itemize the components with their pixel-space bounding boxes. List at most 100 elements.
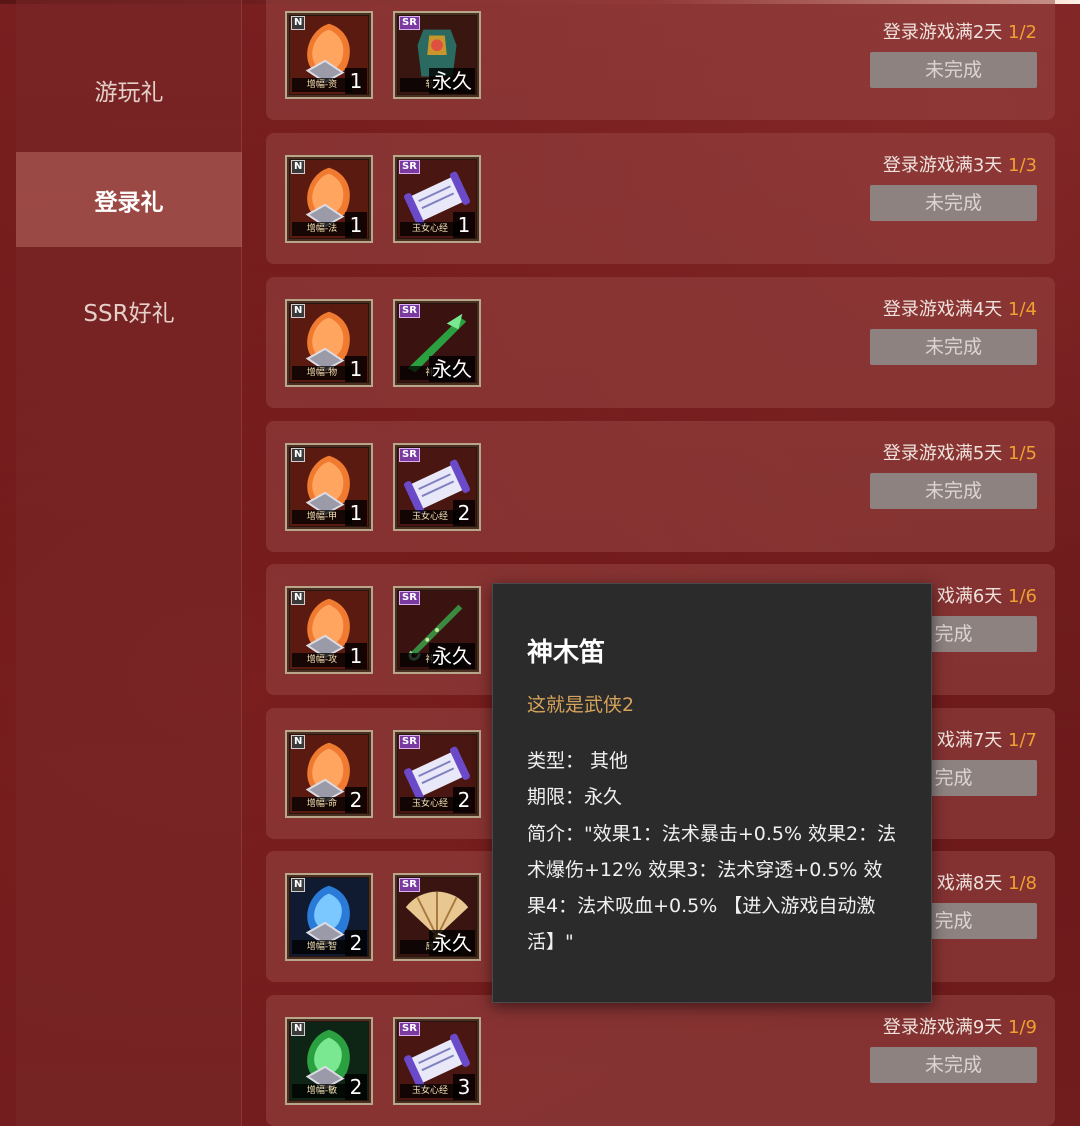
claim-button[interactable]: 未完成 [870, 329, 1037, 365]
condition-text: 戏满7天 [936, 730, 1009, 751]
reward-row: N 增幅-甲 1 SR 玉女心经 2 登录游戏满5天 1/5 未完成 [266, 421, 1055, 552]
item-name: 增幅-资 [292, 78, 352, 92]
rarity-badge: N [291, 304, 306, 318]
login-condition: 登录游戏满4天 1/4 [883, 295, 1037, 321]
progress-count: 1/2 [1008, 22, 1037, 43]
tooltip-period: 期限：永久 [527, 786, 623, 808]
rarity-badge: SR [399, 735, 420, 749]
tooltip-description: 简介："效果1：法术暴击+0.5% 效果2：法术爆伤+12% 效果3：法术穿透+… [527, 823, 897, 953]
item-name: 玉女心经 [400, 510, 460, 524]
rarity-badge: SR [399, 16, 420, 30]
reward-item[interactable]: N 增幅-命 2 [285, 730, 373, 818]
item-count: 2 [345, 787, 367, 813]
item-name: 增幅-命 [292, 797, 352, 811]
item-count: 1 [453, 212, 475, 238]
condition-text: 登录游戏满2天 [882, 22, 1009, 43]
progress-count: 1/9 [1008, 1017, 1037, 1038]
sidebar-item-label: 游玩礼 [94, 79, 164, 106]
rarity-badge: SR [399, 160, 420, 174]
reward-item[interactable]: N 增幅-资 1 [285, 11, 373, 99]
sidebar-item-label: 登录礼 [94, 189, 164, 216]
item-count: 2 [345, 930, 367, 956]
sidebar-item-play-gift[interactable]: 游玩礼 [16, 42, 242, 137]
login-condition: 登录游戏满2天 1/2 [883, 18, 1037, 44]
progress-count: 1/5 [1008, 443, 1037, 464]
reward-item[interactable]: SR扇永久 [393, 873, 481, 961]
item-name: 增幅-物 [292, 366, 352, 380]
item-count: 永久 [429, 356, 475, 382]
login-condition: 登录游戏满9天 1/9 [883, 1013, 1037, 1039]
rarity-badge: SR [399, 1022, 420, 1036]
rarity-badge: N [291, 160, 306, 174]
item-count: 永久 [429, 930, 475, 956]
login-condition: 戏满7天 1/7 [937, 726, 1037, 752]
reward-row: N 增幅-物1 SR神永久 登录游戏满4天 1/4 未完成 [266, 277, 1055, 408]
sidebar-item-login-gift[interactable]: 登录礼 [16, 152, 242, 247]
reward-item[interactable]: SR 玉女心经 2 [393, 730, 481, 818]
login-condition: 戏满6天 1/6 [937, 582, 1037, 608]
condition-text: 登录游戏满3天 [882, 155, 1009, 176]
reward-item[interactable]: N 增幅-智 2 [285, 873, 373, 961]
reward-row: N 增幅-法 1 SR 玉女心经 1 登录游戏满3天 1/3 未完成 [266, 133, 1055, 264]
reward-item[interactable]: N 增幅-甲 1 [285, 443, 373, 531]
tooltip-subtitle: 这就是武侠2 [527, 694, 635, 716]
rarity-badge: N [291, 1022, 306, 1036]
tooltip-title: 神木笛 [527, 638, 606, 668]
rarity-badge: N [291, 878, 306, 892]
reward-item[interactable]: SR神永久 [393, 586, 481, 674]
item-count: 1 [345, 500, 367, 526]
reward-item[interactable]: SR 玉女心经 3 [393, 1017, 481, 1105]
rarity-badge: SR [399, 304, 420, 318]
reward-item[interactable]: N 增幅-法 1 [285, 155, 373, 243]
tooltip-type: 类型： 其他 [527, 750, 629, 772]
item-name: 玉女心经 [400, 1084, 460, 1098]
condition-text: 登录游戏满4天 [882, 299, 1009, 320]
item-count: 永久 [429, 643, 475, 669]
claim-button[interactable]: 未完成 [870, 185, 1037, 221]
condition-text: 登录游戏满5天 [882, 443, 1009, 464]
claim-button[interactable]: 未完成 [870, 473, 1037, 509]
claim-button[interactable]: 未完成 [870, 1047, 1037, 1083]
item-name: 增幅-攻 [292, 653, 352, 667]
reward-item[interactable]: N 增幅-物 1 [285, 299, 373, 387]
item-count: 3 [453, 1074, 475, 1100]
progress-count: 1/8 [1008, 873, 1037, 894]
item-count: 2 [453, 787, 475, 813]
item-count: 1 [345, 212, 367, 238]
reward-item[interactable]: N 增幅-攻 1 [285, 586, 373, 674]
item-count: 2 [453, 500, 475, 526]
item-count: 1 [345, 643, 367, 669]
item-count: 永久 [429, 68, 475, 94]
reward-row: N 增幅-敏 2 SR 玉女心经 3 登录游戏满9天 1/9 未完成 [266, 995, 1055, 1126]
rarity-badge: N [291, 448, 306, 462]
item-name: 增幅-智 [292, 940, 352, 954]
item-count: 2 [345, 1074, 367, 1100]
rarity-badge: N [291, 591, 306, 605]
item-name: 增幅-法 [292, 222, 352, 236]
sidebar: 游玩礼 登录礼 SSR好礼 [16, 0, 242, 1126]
reward-item[interactable]: SR 玉女心经 2 [393, 443, 481, 531]
condition-text: 登录游戏满9天 [882, 1017, 1009, 1038]
item-name: 增幅-敏 [292, 1084, 352, 1098]
progress-count: 1/3 [1008, 155, 1037, 176]
progress-count: 1/7 [1008, 730, 1037, 751]
rarity-badge: SR [399, 591, 420, 605]
reward-item[interactable]: SR神永久 [393, 299, 481, 387]
reward-row: N 增幅-资1 SR软永久 登录游戏满2天 1/2 未完成 [266, 0, 1055, 120]
login-condition: 登录游戏满3天 1/3 [883, 151, 1037, 177]
progress-count: 1/6 [1008, 586, 1037, 607]
item-name: 玉女心经 [400, 797, 460, 811]
reward-item[interactable]: SR 玉女心经 1 [393, 155, 481, 243]
reward-item[interactable]: N 增幅-敏 2 [285, 1017, 373, 1105]
sidebar-item-ssr-gift[interactable]: SSR好礼 [16, 263, 242, 358]
item-count: 1 [345, 68, 367, 94]
rarity-badge: N [291, 735, 306, 749]
rarity-badge: N [291, 16, 306, 30]
reward-item[interactable]: SR软永久 [393, 11, 481, 99]
item-name: 玉女心经 [400, 222, 460, 236]
claim-button[interactable]: 未完成 [870, 52, 1037, 88]
item-count: 1 [345, 356, 367, 382]
rarity-badge: SR [399, 878, 420, 892]
item-tooltip: 神木笛 这就是武侠2 类型： 其他 期限：永久 简介："效果1：法术暴击+0.5… [492, 583, 932, 1003]
rarity-badge: SR [399, 448, 420, 462]
